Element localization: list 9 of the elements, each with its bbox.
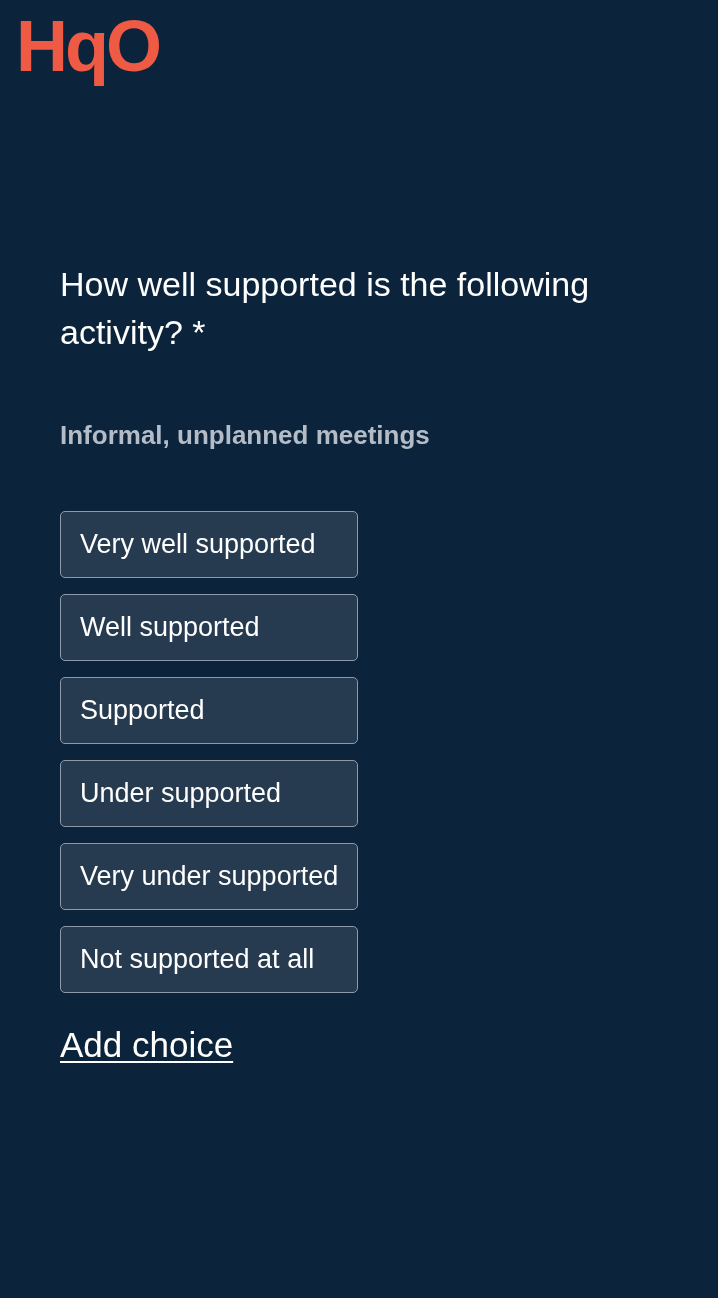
choice-option[interactable]: Not supported at all [60, 926, 358, 994]
add-choice-link[interactable]: Add choice [60, 1019, 234, 1072]
choice-option[interactable]: Under supported [60, 760, 358, 828]
activity-name: Informal, unplanned meetings [60, 420, 431, 452]
choice-option[interactable]: Supported [60, 677, 358, 745]
choice-option[interactable]: Very well supported [60, 511, 358, 579]
question-text: How well supported is the following activity? * [60, 264, 591, 353]
choice-option[interactable]: Very under supported [60, 843, 358, 911]
choice-option[interactable]: Well supported [60, 594, 358, 662]
